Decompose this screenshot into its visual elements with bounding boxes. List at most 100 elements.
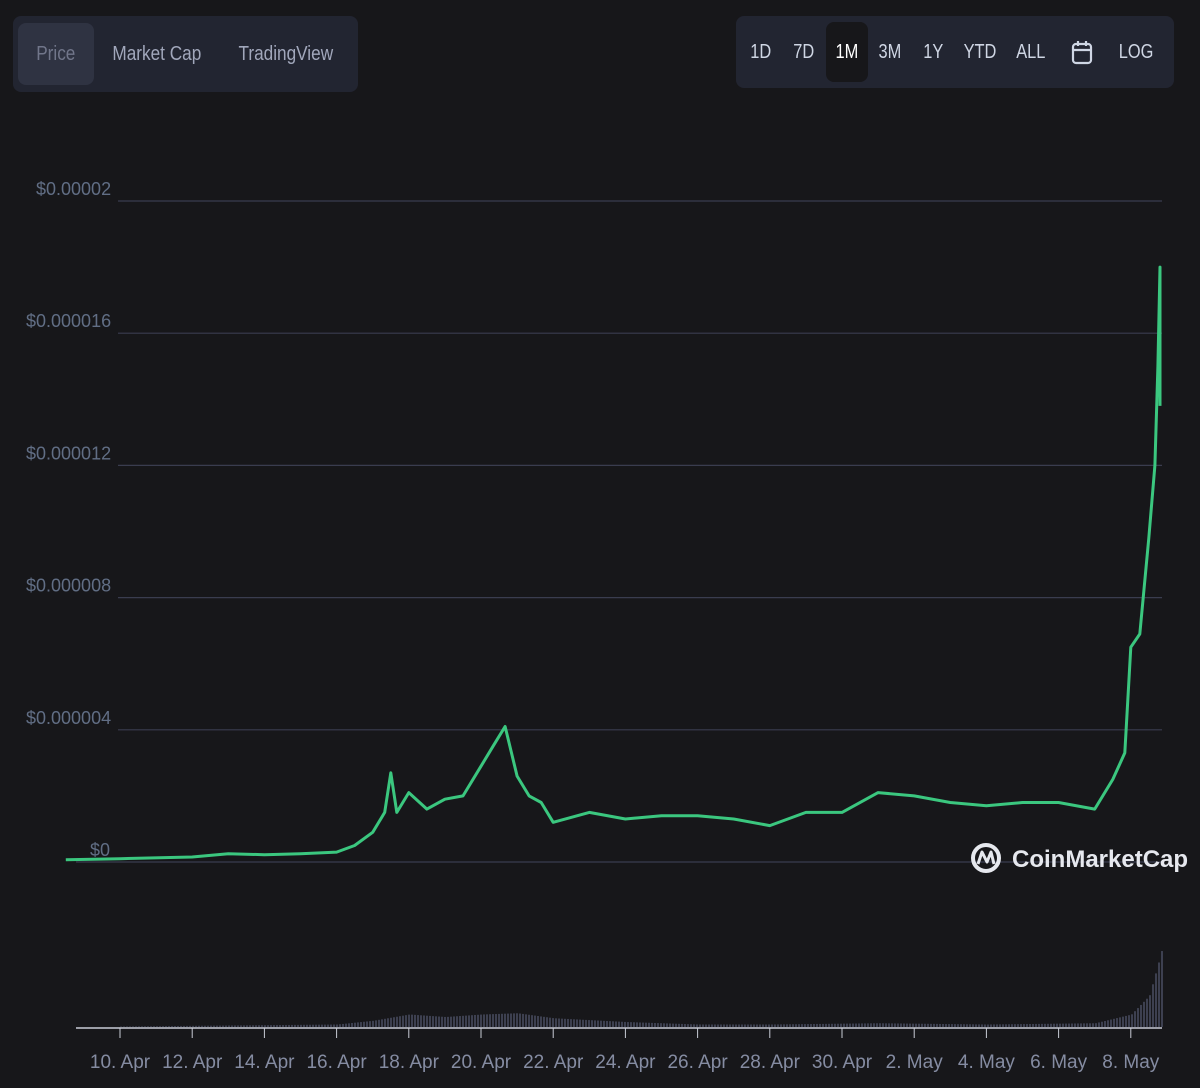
volume-bar [309, 1024, 311, 1027]
volume-bar [372, 1020, 374, 1027]
volume-bar [1026, 1024, 1028, 1027]
volume-bar [330, 1024, 332, 1027]
volume-bar [825, 1023, 827, 1027]
volume-bar [1044, 1023, 1046, 1027]
volume-bar [1110, 1019, 1112, 1027]
volume-bar [564, 1018, 566, 1027]
volume-bar [534, 1015, 536, 1027]
volume-bar [456, 1016, 458, 1027]
volume-bar [1095, 1023, 1097, 1027]
volume-bar [888, 1023, 890, 1027]
volume-bar [591, 1020, 593, 1027]
volume-bar [213, 1025, 215, 1027]
volume-bar [420, 1015, 422, 1027]
volume-bar [702, 1024, 704, 1027]
volume-bar [414, 1014, 416, 1027]
volume-bar [156, 1026, 158, 1027]
volume-bar [384, 1018, 386, 1027]
volume-bar [261, 1025, 263, 1027]
volume-bar [342, 1023, 344, 1027]
volume-bar [525, 1014, 527, 1027]
price-line [65, 265, 1162, 862]
volume-bar [510, 1013, 512, 1027]
volume-bar [765, 1024, 767, 1027]
volume-bar [222, 1025, 224, 1027]
volume-bar [504, 1013, 506, 1027]
volume-bar [924, 1023, 926, 1027]
volume-bar [1128, 1015, 1130, 1027]
volume-bar [318, 1024, 320, 1027]
volume-bar [147, 1026, 149, 1027]
volume-bar [906, 1023, 908, 1027]
volume-bar [306, 1024, 308, 1027]
volume-bar [381, 1019, 383, 1027]
volume-bar [672, 1023, 674, 1027]
volume-bar [216, 1025, 218, 1027]
volume-bar [1080, 1023, 1082, 1027]
volume-bar [483, 1014, 485, 1027]
volume-bar [411, 1014, 413, 1027]
volume-bar [1158, 962, 1160, 1027]
volume-bar [1113, 1018, 1115, 1027]
volume-bar [909, 1023, 911, 1027]
volume-bar [756, 1024, 758, 1027]
volume-bar [366, 1021, 368, 1027]
volume-bar [498, 1013, 500, 1027]
volume-bar [1083, 1023, 1085, 1027]
coinmarketcap-watermark: CoinMarketCap [971, 843, 1188, 873]
volume-bar [522, 1013, 524, 1027]
volume-bar [276, 1025, 278, 1027]
volume-bar [120, 1026, 122, 1027]
volume-bar [981, 1024, 983, 1027]
volume-bar [273, 1025, 275, 1027]
volume-bar [669, 1023, 671, 1027]
volume-bar [1020, 1024, 1022, 1027]
volume-bar [528, 1014, 530, 1027]
volume-bar [654, 1022, 656, 1027]
volume-bar [618, 1021, 620, 1027]
volume-bar [978, 1024, 980, 1027]
volume-bar [465, 1015, 467, 1027]
volume-bar [159, 1026, 161, 1027]
volume-bar [345, 1023, 347, 1027]
volume-bar [507, 1013, 509, 1027]
volume-bar [807, 1024, 809, 1027]
volume-bar [936, 1023, 938, 1027]
volume-bar [600, 1020, 602, 1027]
volume-bar [219, 1025, 221, 1027]
volume-bar [642, 1022, 644, 1027]
volume-bar [1041, 1023, 1043, 1027]
volume-bar [753, 1024, 755, 1027]
volume-bar [897, 1023, 899, 1027]
x-tick-label: 14. Apr [234, 1052, 295, 1073]
volume-bar [537, 1016, 539, 1027]
volume-bar [903, 1023, 905, 1027]
volume-bar [243, 1025, 245, 1027]
x-tick-label: 26. Apr [667, 1052, 728, 1073]
volume-bar [447, 1016, 449, 1027]
volume-bar [741, 1024, 743, 1027]
volume-bar [153, 1026, 155, 1027]
y-axis-ticks: $0.00002 $0.000016 $0.000012 $0.000008 $0.00… [26, 179, 111, 860]
y-tick-label: $0 [90, 840, 110, 860]
volume-bar [543, 1016, 545, 1027]
volume-bar [678, 1023, 680, 1027]
volume-bar [1107, 1020, 1109, 1027]
volume-bar [1035, 1023, 1037, 1027]
volume-bar [408, 1014, 410, 1027]
volume-bar [201, 1025, 203, 1027]
volume-bar [501, 1013, 503, 1027]
volume-bar [363, 1021, 365, 1027]
volume-bar [1104, 1020, 1106, 1027]
volume-bar [405, 1015, 407, 1027]
volume-bar [852, 1023, 854, 1027]
volume-bar [1098, 1022, 1100, 1027]
volume-bar [696, 1024, 698, 1027]
volume-bar [687, 1024, 689, 1027]
volume-bar [189, 1025, 191, 1027]
volume-bar [921, 1023, 923, 1027]
volume-bar [771, 1024, 773, 1027]
volume-bar [639, 1022, 641, 1027]
volume-bar [183, 1025, 185, 1027]
volume-bar [828, 1023, 830, 1027]
